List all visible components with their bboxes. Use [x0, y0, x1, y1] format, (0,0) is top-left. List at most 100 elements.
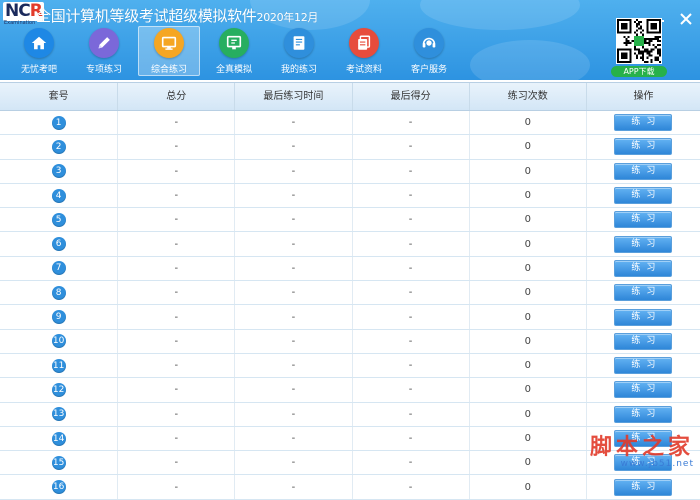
- practice-count-cell: 0: [470, 232, 587, 256]
- practice-button[interactable]: 练习: [614, 381, 673, 399]
- nav-item-label: 我的练习: [280, 65, 317, 75]
- watermark-text: 脚本之家: [589, 434, 694, 460]
- total-score-cell: -: [118, 305, 236, 329]
- practice-button[interactable]: 练习: [614, 138, 673, 156]
- set-number-badge: 14: [51, 431, 66, 446]
- set-number-cell: 10: [0, 329, 119, 353]
- action-cell: 练习: [587, 354, 700, 377]
- last-score-cell: -: [353, 281, 470, 305]
- set-number-cell: 13: [0, 402, 119, 426]
- table-row: 8- - -0 练习: [0, 281, 700, 306]
- nav-item-label: 考试资料: [345, 65, 382, 75]
- app-download-button[interactable]: APP下载: [611, 66, 667, 77]
- last-time-cell: -: [235, 111, 353, 135]
- set-number-badge: 4: [51, 188, 66, 203]
- action-cell: 练习: [587, 475, 700, 498]
- document-icon: [284, 28, 314, 58]
- total-score-cell: -: [118, 402, 236, 426]
- practice-button[interactable]: 练习: [614, 259, 673, 277]
- column-header-action: 操作: [633, 91, 654, 102]
- set-number-cell: 2: [0, 135, 119, 159]
- last-score-cell: -: [353, 256, 470, 281]
- total-score-cell: -: [118, 232, 236, 256]
- column-header-last-practice-time: 最后练习时间: [235, 83, 353, 110]
- practice-count-cell: 0: [470, 256, 587, 281]
- nav-item-3[interactable]: 综合练习: [138, 26, 200, 76]
- nav-item-label: 专项练习: [85, 65, 122, 75]
- app-download-panel: APP下载: [611, 18, 667, 77]
- last-score-cell: -: [353, 426, 470, 451]
- action-cell: 练习: [587, 135, 700, 158]
- action-cell: 练习: [587, 208, 700, 231]
- nav-item-1[interactable]: 无忧考吧: [8, 26, 70, 76]
- set-number-badge: 1: [51, 115, 66, 130]
- last-score-cell: -: [353, 135, 470, 159]
- total-score-cell: -: [118, 183, 236, 208]
- column-header-last-score: 最后得分: [353, 83, 470, 110]
- last-score-cell: -: [353, 111, 470, 135]
- set-number-cell: 16: [0, 475, 119, 499]
- last-time-cell: -: [235, 208, 353, 232]
- table-row: 7- - -0 练习: [0, 256, 700, 282]
- last-time-cell: -: [235, 256, 353, 281]
- last-time-cell: -: [235, 159, 353, 183]
- nav-item-4[interactable]: 全真模拟: [203, 26, 265, 76]
- practice-count-cell: 0: [470, 305, 587, 329]
- nav-item-5[interactable]: 我的练习: [268, 26, 330, 76]
- set-number-cell: 12: [0, 378, 119, 402]
- total-score-cell: -: [118, 426, 236, 451]
- table-row: 1- - -0 练习: [0, 111, 700, 136]
- practice-count-cell: 0: [470, 159, 587, 183]
- table-row: 9- - -0 练习: [0, 305, 700, 330]
- practice-button[interactable]: 练习: [614, 284, 673, 302]
- practice-button[interactable]: 练习: [614, 187, 673, 205]
- total-score-cell: -: [118, 256, 236, 281]
- table-row: 3- - -0 练习: [0, 159, 700, 184]
- last-time-cell: -: [235, 378, 353, 402]
- close-icon[interactable]: [676, 12, 696, 26]
- last-time-cell: -: [235, 402, 353, 426]
- practice-button[interactable]: 练习: [614, 308, 673, 326]
- practice-count-cell: 0: [470, 426, 587, 451]
- last-score-cell: -: [353, 232, 470, 256]
- last-time-cell: -: [235, 135, 353, 159]
- nav-item-2[interactable]: 专项练习: [73, 26, 135, 76]
- total-score-cell: -: [118, 353, 236, 378]
- table-row: 16- - -0 练习: [0, 475, 700, 500]
- practice-button[interactable]: 练习: [614, 162, 673, 180]
- app-title: 全国计算机等级考试超级模拟软件2020年12月: [36, 5, 318, 26]
- set-number-cell: 14: [0, 426, 119, 451]
- action-cell: 练习: [587, 330, 700, 353]
- practice-button[interactable]: 练习: [614, 235, 673, 253]
- practice-button[interactable]: 练习: [614, 405, 673, 423]
- set-number-cell: 11: [0, 353, 119, 378]
- headset-icon: [414, 28, 444, 58]
- action-cell: 练习: [587, 257, 700, 280]
- practice-button[interactable]: 练习: [614, 332, 673, 350]
- nav-item-label: 全真模拟: [215, 65, 252, 75]
- practice-button[interactable]: 练习: [614, 114, 673, 132]
- practice-button[interactable]: 练习: [614, 357, 673, 375]
- monitor-icon: [154, 28, 184, 58]
- practice-button[interactable]: 练习: [614, 478, 673, 496]
- nav-item-6[interactable]: 考试资料: [333, 26, 395, 76]
- practice-button[interactable]: 练习: [614, 211, 673, 229]
- set-number-badge: 13: [51, 407, 66, 422]
- last-time-cell: -: [235, 232, 353, 256]
- action-cell: 练习: [587, 281, 700, 304]
- table-row: 5- - -0 练习: [0, 208, 700, 233]
- action-cell: 练习: [587, 111, 700, 134]
- total-score-cell: -: [118, 135, 236, 159]
- set-number-badge: 7: [51, 261, 66, 276]
- nav-item-7[interactable]: 客户服务: [398, 26, 460, 76]
- set-number-badge: 9: [51, 310, 66, 325]
- table-row: 11- - -0 练习: [0, 353, 700, 379]
- table-row: 13- - -0 练习: [0, 402, 700, 427]
- last-time-cell: -: [235, 329, 353, 353]
- total-score-cell: -: [118, 281, 236, 305]
- copy-docs-icon: [349, 28, 379, 58]
- last-time-cell: -: [235, 475, 353, 499]
- last-score-cell: -: [353, 208, 470, 232]
- total-score-cell: -: [118, 329, 236, 353]
- last-time-cell: -: [235, 183, 353, 208]
